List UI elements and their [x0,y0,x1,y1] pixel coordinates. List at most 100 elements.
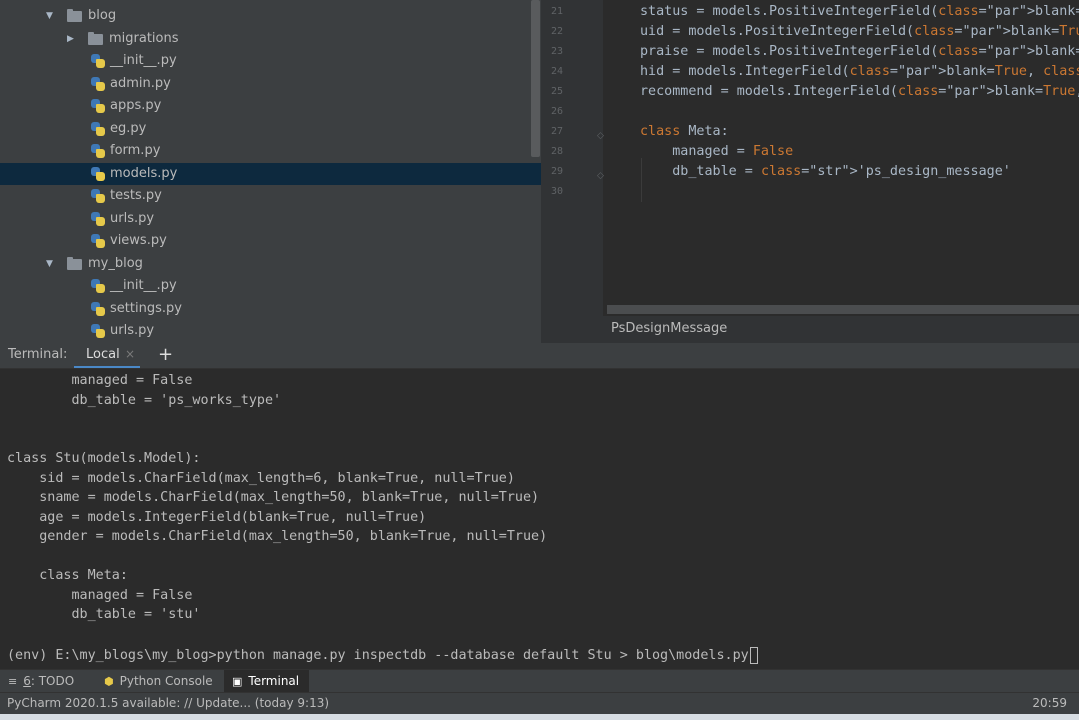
line-number: 24 [550,66,563,77]
folder-icon [88,31,103,45]
status-message[interactable]: PyCharm 2020.1.5 available: // Update...… [7,696,329,710]
tree-file[interactable]: models.py [0,162,541,185]
terminal-tab-local[interactable]: Local × [74,343,140,368]
tree-file[interactable]: tests.py [0,185,541,207]
terminal-prompt-line[interactable]: (env) E:\my_blogs\my_blog>python manage.… [7,646,758,665]
fold-marker-icon[interactable]: ◇ [597,126,604,146]
todo-tab[interactable]: ≡ 6: TODO [8,670,74,692]
terminal-line: db_table = 'stu' [7,607,201,622]
terminal-line: class Meta: [7,568,128,583]
python-file-icon [91,166,105,181]
line-number: 21 [550,6,563,17]
code-line[interactable]: hid = models.IntegerField(class="par">bl… [640,62,1079,82]
tree-item-label: __init__.py [110,53,177,68]
python-file-icon [91,279,105,293]
terminal-line: gender = models.CharField(max_length=50,… [7,529,548,544]
python-file-icon [91,76,105,91]
todo-tab-number: 6 [23,674,31,688]
tree-item-label: apps.py [110,98,162,113]
python-file-icon [91,144,105,158]
line-number: 27 [550,126,563,137]
python-console-tab-label: Python Console [119,674,213,688]
collapsed-arrow-icon[interactable]: ▶ [67,28,77,44]
new-terminal-tab-button[interactable]: + [158,344,173,365]
terminal-output[interactable]: managed = False db_table = 'ps_works_typ… [0,369,1079,669]
editor-horizontal-scrollbar[interactable] [607,305,1079,314]
tree-file[interactable]: urls.py [0,320,541,342]
todo-tab-label: : TODO [30,674,75,688]
terminal-line: age = models.IntegerField(blank=True, nu… [7,509,427,525]
code-line[interactable]: class Meta: [640,122,729,142]
terminal-command: (env) E:\my_blogs\my_blog>python manage.… [7,648,749,663]
line-number: 26 [550,106,563,117]
tree-file[interactable]: __init__.py [0,275,541,297]
fold-marker-icon[interactable]: ◇ [597,166,604,186]
breadcrumb: PsDesignMessage [541,316,1079,343]
tree-item-label: my_blog [88,255,143,271]
terminal-tab-label: Local [86,347,120,362]
tree-item-label: settings.py [110,300,182,316]
line-number: 22 [550,26,563,37]
line-number: 28 [550,146,563,157]
tree-folder[interactable]: ▼ my_blog [0,253,541,275]
folder-icon [67,256,82,270]
terminal-header: Terminal: Local × + [0,343,1079,369]
tree-file[interactable]: settings.py [0,298,541,320]
code-line[interactable]: praise = models.PositiveIntegerField(cla… [640,42,1079,62]
tree-folder[interactable]: ▼ blog [0,5,541,27]
tree-file[interactable]: eg.py [0,118,541,140]
tree-item-label: blog [88,8,117,23]
line-number: 30 [550,186,563,197]
terminal-cursor [749,646,758,664]
tool-window-bar: ≡ 6: TODO ⬢ Python Console ▣ Terminal [0,669,1079,692]
python-file-icon [91,189,105,203]
tree-item-label: tests.py [110,188,162,203]
tree-item-label: models.py [110,165,178,181]
python-file-icon [91,99,105,113]
close-icon[interactable]: × [125,347,135,361]
python-file-icon [91,324,105,338]
code-line[interactable]: uid = models.PositiveIntegerField(class=… [640,22,1079,42]
code-line[interactable]: status = models.PositiveIntegerField(cla… [640,2,1079,22]
terminal-line: managed = False [7,587,193,603]
tree-item-label: form.py [110,143,161,158]
code-line[interactable]: db_table = class="str">'ps_design_messag… [640,162,1011,182]
tree-file[interactable]: views.py [0,230,541,252]
python-console-tab[interactable]: ⬢ Python Console [104,670,213,692]
code-line[interactable]: managed = False [640,142,793,162]
terminal-title: Terminal: [8,347,68,362]
line-number: 25 [550,86,563,97]
terminal-line: sid = models.CharField(max_length=6, bla… [7,470,515,486]
terminal-line: sname = models.CharField(max_length=50, … [7,490,540,505]
python-file-icon [91,234,105,248]
status-time: 20:59 [1032,696,1067,710]
tree-folder[interactable]: ▶ migrations [0,28,541,50]
tree-file[interactable]: form.py [0,140,541,162]
window-bottom-edge [0,714,1079,720]
terminal-line: class Stu(models.Model): [7,451,201,466]
editor-gutter: 21 22 23 24 25 26 27 28 29 30 ◇ ◇ [541,0,604,316]
code-editor[interactable]: 21 22 23 24 25 26 27 28 29 30 ◇ ◇ status = models.P… [541,0,1079,343]
terminal-tab[interactable]: ▣ Terminal [224,670,310,692]
terminal-line: db_table = 'ps_works_type' [7,392,282,408]
terminal-line: managed = False [7,373,193,388]
line-number: 29 [550,166,563,177]
python-file-icon [91,54,105,68]
expanded-arrow-icon[interactable]: ▼ [46,253,56,269]
python-file-icon [91,301,105,316]
expanded-arrow-icon[interactable]: ▼ [46,5,56,21]
terminal-icon: ▣ [232,675,243,688]
breadcrumb-item[interactable]: PsDesignMessage [611,321,727,336]
terminal-tab-label: Terminal [248,674,300,688]
tree-item-label: migrations [109,30,179,46]
project-scrollbar[interactable] [531,0,540,157]
python-file-icon [91,211,105,226]
tree-item-label: views.py [110,233,167,248]
tree-file[interactable]: __init__.py [0,50,541,72]
tree-file[interactable]: apps.py [0,95,541,117]
tree-file[interactable]: admin.py [0,73,541,95]
tree-file[interactable]: urls.py [0,208,541,230]
code-line[interactable]: recommend = models.IntegerField(class="p… [640,82,1079,102]
line-number: 23 [550,46,563,57]
tree-item-label: __init__.py [110,278,177,293]
